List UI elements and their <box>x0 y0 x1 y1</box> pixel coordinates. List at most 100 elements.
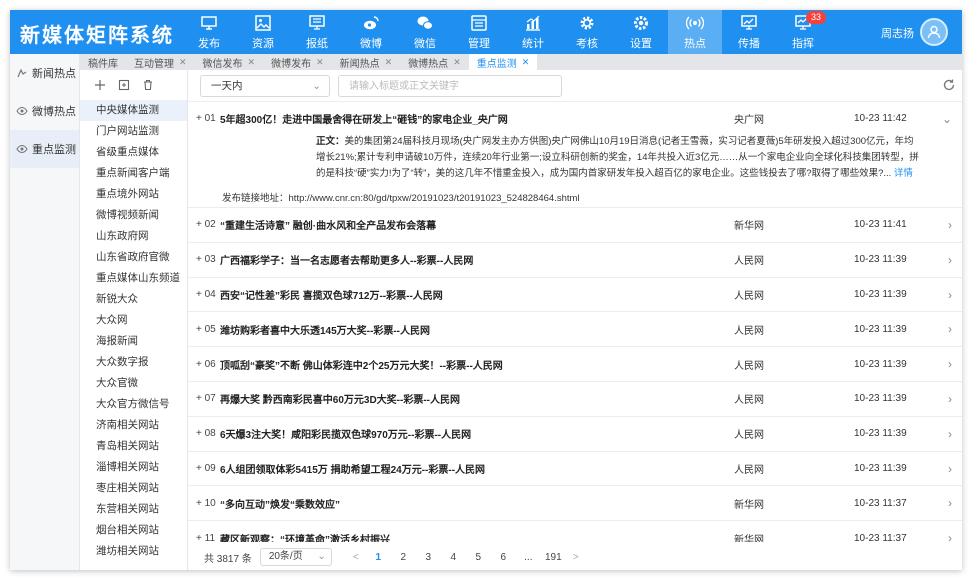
news-title[interactable]: 6天爆3注大奖！咸阳彩民揽双色球970万元--彩票--人民网 <box>220 426 734 441</box>
tab-1[interactable]: 互动管理 ✕ <box>126 54 195 70</box>
sidebar-item-1[interactable]: 微博热点 <box>10 92 79 130</box>
nav-item-chart[interactable]: 统计 <box>506 10 560 54</box>
category-item[interactable]: 山东省政府官微 <box>80 247 187 268</box>
category-item[interactable]: 大众官方微信号 <box>80 394 187 415</box>
table-row[interactable]: + 09 6人组团领取体彩5415万 捐助希望工程24万元--彩票--人民网 人民网… <box>188 452 962 487</box>
page-number[interactable]: 6 <box>491 552 516 563</box>
table-row[interactable]: + 04 西安“记性差”彩民 喜揽双色球712万--彩票--人民网 人民网 10-23… <box>188 278 962 313</box>
chevron-right-icon[interactable]: › <box>948 496 952 510</box>
category-item[interactable]: 山东政府网 <box>80 226 187 247</box>
row-number[interactable]: + 02 <box>188 219 220 230</box>
category-item[interactable]: 微博视频新闻 <box>80 205 187 226</box>
next-page-button[interactable]: > <box>566 552 586 563</box>
page-number[interactable]: 3 <box>416 552 441 563</box>
table-row[interactable]: + 02 “重建生活诗意” 融创·曲水风和全产品发布会落幕 新华网 10-23 11:… <box>188 208 962 243</box>
tab-2[interactable]: 微信发布 ✕ <box>195 54 264 70</box>
table-row[interactable]: + 06 顶呱刮“豪奖”不断 佛山体彩连中2个25万元大奖！--彩票--人民网 人民… <box>188 347 962 382</box>
category-item[interactable]: 枣庄相关网站 <box>80 478 187 499</box>
row-number[interactable]: + 07 <box>188 393 220 404</box>
category-item[interactable]: 大众数字报 <box>80 352 187 373</box>
close-icon[interactable]: ✕ <box>385 57 393 68</box>
category-item[interactable]: 重点媒体山东频道 <box>80 268 187 289</box>
table-row[interactable]: + 03 广西福彩学子：当一名志愿者去帮助更多人--彩票--人民网 人民网 10-23… <box>188 243 962 278</box>
table-row[interactable]: + 07 再爆大奖 黔西南彩民喜中60万元3D大奖--彩票--人民网 人民网 10-2… <box>188 382 962 417</box>
news-row-expanded[interactable]: + 01 5年超300亿！走进中国最舍得在研发上“砸钱”的家电企业_央广网 央广… <box>188 102 962 208</box>
category-item[interactable]: 中央媒体监测 <box>80 100 187 121</box>
row-number[interactable]: + 09 <box>188 463 220 474</box>
row-number[interactable]: + 10 <box>188 498 220 509</box>
refresh-icon[interactable] <box>942 78 956 92</box>
chevron-right-icon[interactable]: › <box>948 253 952 267</box>
category-item[interactable]: 重点新闻客户端 <box>80 163 187 184</box>
chevron-right-icon[interactable]: › <box>948 288 952 302</box>
chevron-right-icon[interactable]: › <box>948 322 952 336</box>
tab-6[interactable]: 重点监测 ✕ <box>468 54 538 70</box>
news-title[interactable]: 藏区新观察：“环境革命”激活乡村振兴 <box>220 531 734 542</box>
add-icon[interactable] <box>94 79 106 91</box>
category-item[interactable]: 重点境外网站 <box>80 184 187 205</box>
category-item[interactable]: 青岛相关网站 <box>80 436 187 457</box>
row-number[interactable]: + 01 <box>188 113 220 124</box>
chevron-right-icon[interactable]: › <box>948 462 952 476</box>
news-title[interactable]: 5年超300亿！走进中国最舍得在研发上“砸钱”的家电企业_央广网 <box>220 111 734 126</box>
time-range-select[interactable]: 一天内 ⌄ <box>200 75 330 97</box>
news-title[interactable]: 西安“记性差”彩民 喜揽双色球712万--彩票--人民网 <box>220 287 734 302</box>
user-name[interactable]: 周志扬 <box>881 25 914 41</box>
page-number[interactable]: 4 <box>441 552 466 563</box>
search-input[interactable] <box>338 75 562 97</box>
chevron-right-icon[interactable]: › <box>948 427 952 441</box>
nav-item-monitor[interactable]: 发布 <box>182 10 236 54</box>
nav-item-settings[interactable]: 设置 <box>614 10 668 54</box>
chevron-right-icon[interactable]: › <box>948 218 952 232</box>
category-item[interactable]: 淄博相关网站 <box>80 457 187 478</box>
nav-item-broadcast[interactable]: 热点 <box>668 10 722 54</box>
close-icon[interactable]: ✕ <box>316 57 324 68</box>
publish-link[interactable]: http://www.cnr.cn:80/gd/tpxw/20191023/t2… <box>289 193 580 204</box>
avatar[interactable] <box>920 18 948 46</box>
page-number[interactable]: 191 <box>541 552 566 563</box>
category-item[interactable]: 潍坊相关网站 <box>80 541 187 562</box>
news-title[interactable]: “多向互动”焕发“乘数效应” <box>220 496 734 511</box>
tab-4[interactable]: 新闻热点 ✕ <box>332 54 401 70</box>
sidebar-item-0[interactable]: 新闻热点 <box>10 54 79 92</box>
news-title[interactable]: 广西福彩学子：当一名志愿者去帮助更多人--彩票--人民网 <box>220 252 734 267</box>
table-row[interactable]: + 08 6天爆3注大奖！咸阳彩民揽双色球970万元--彩票--人民网 人民网 10-… <box>188 417 962 452</box>
chevron-right-icon[interactable]: › <box>948 531 952 542</box>
chevron-right-icon[interactable]: › <box>948 357 952 371</box>
nav-item-spread[interactable]: 传播 <box>722 10 776 54</box>
chevron-right-icon[interactable]: › <box>948 392 952 406</box>
row-number[interactable]: + 03 <box>188 254 220 265</box>
table-row[interactable]: + 11 藏区新观察：“环境革命”激活乡村振兴 新华网 10-23 11:37 › <box>188 521 962 542</box>
news-title[interactable]: 顶呱刮“豪奖”不断 佛山体彩连中2个25万元大奖！--彩票--人民网 <box>220 357 734 372</box>
nav-item-command[interactable]: 指挥 33 <box>776 10 830 54</box>
news-title[interactable]: 潍坊购彩者喜中大乐透145万大奖--彩票--人民网 <box>220 322 734 337</box>
page-number[interactable]: 5 <box>466 552 491 563</box>
close-icon[interactable]: ✕ <box>179 57 187 68</box>
category-item[interactable]: 大众网 <box>80 310 187 331</box>
category-item[interactable]: 海报新闻 <box>80 331 187 352</box>
news-title[interactable]: “重建生活诗意” 融创·曲水风和全产品发布会落幕 <box>220 217 734 232</box>
category-item[interactable]: 东营相关网站 <box>80 499 187 520</box>
tab-5[interactable]: 微博热点 ✕ <box>400 54 469 70</box>
row-number[interactable]: + 08 <box>188 428 220 439</box>
nav-item-newspaper[interactable]: 报纸 <box>290 10 344 54</box>
close-icon[interactable]: ✕ <box>522 57 530 68</box>
close-icon[interactable]: ✕ <box>248 57 256 68</box>
table-row[interactable]: + 10 “多向互动”焕发“乘数效应” 新华网 10-23 11:37 › <box>188 486 962 522</box>
trash-icon[interactable] <box>142 79 154 91</box>
edit-icon[interactable] <box>118 79 130 91</box>
row-number[interactable]: + 11 <box>188 533 220 542</box>
category-item[interactable]: 济南相关网站 <box>80 415 187 436</box>
nav-item-image[interactable]: 资源 <box>236 10 290 54</box>
nav-item-wechat[interactable]: 微信 <box>398 10 452 54</box>
news-title[interactable]: 6人组团领取体彩5415万 捐助希望工程24万元--彩票--人民网 <box>220 461 734 476</box>
row-number[interactable]: + 05 <box>188 324 220 335</box>
close-icon[interactable]: ✕ <box>453 57 461 68</box>
nav-item-weibo[interactable]: 微博 <box>344 10 398 54</box>
nav-item-gear[interactable]: 考核 <box>560 10 614 54</box>
detail-link[interactable]: 详情 <box>894 168 913 179</box>
row-number[interactable]: + 06 <box>188 359 220 370</box>
page-number[interactable]: 2 <box>391 552 416 563</box>
page-size-select[interactable]: 20条/页 ⌄ <box>259 548 332 566</box>
category-item[interactable]: 门户网站监测 <box>80 121 187 142</box>
